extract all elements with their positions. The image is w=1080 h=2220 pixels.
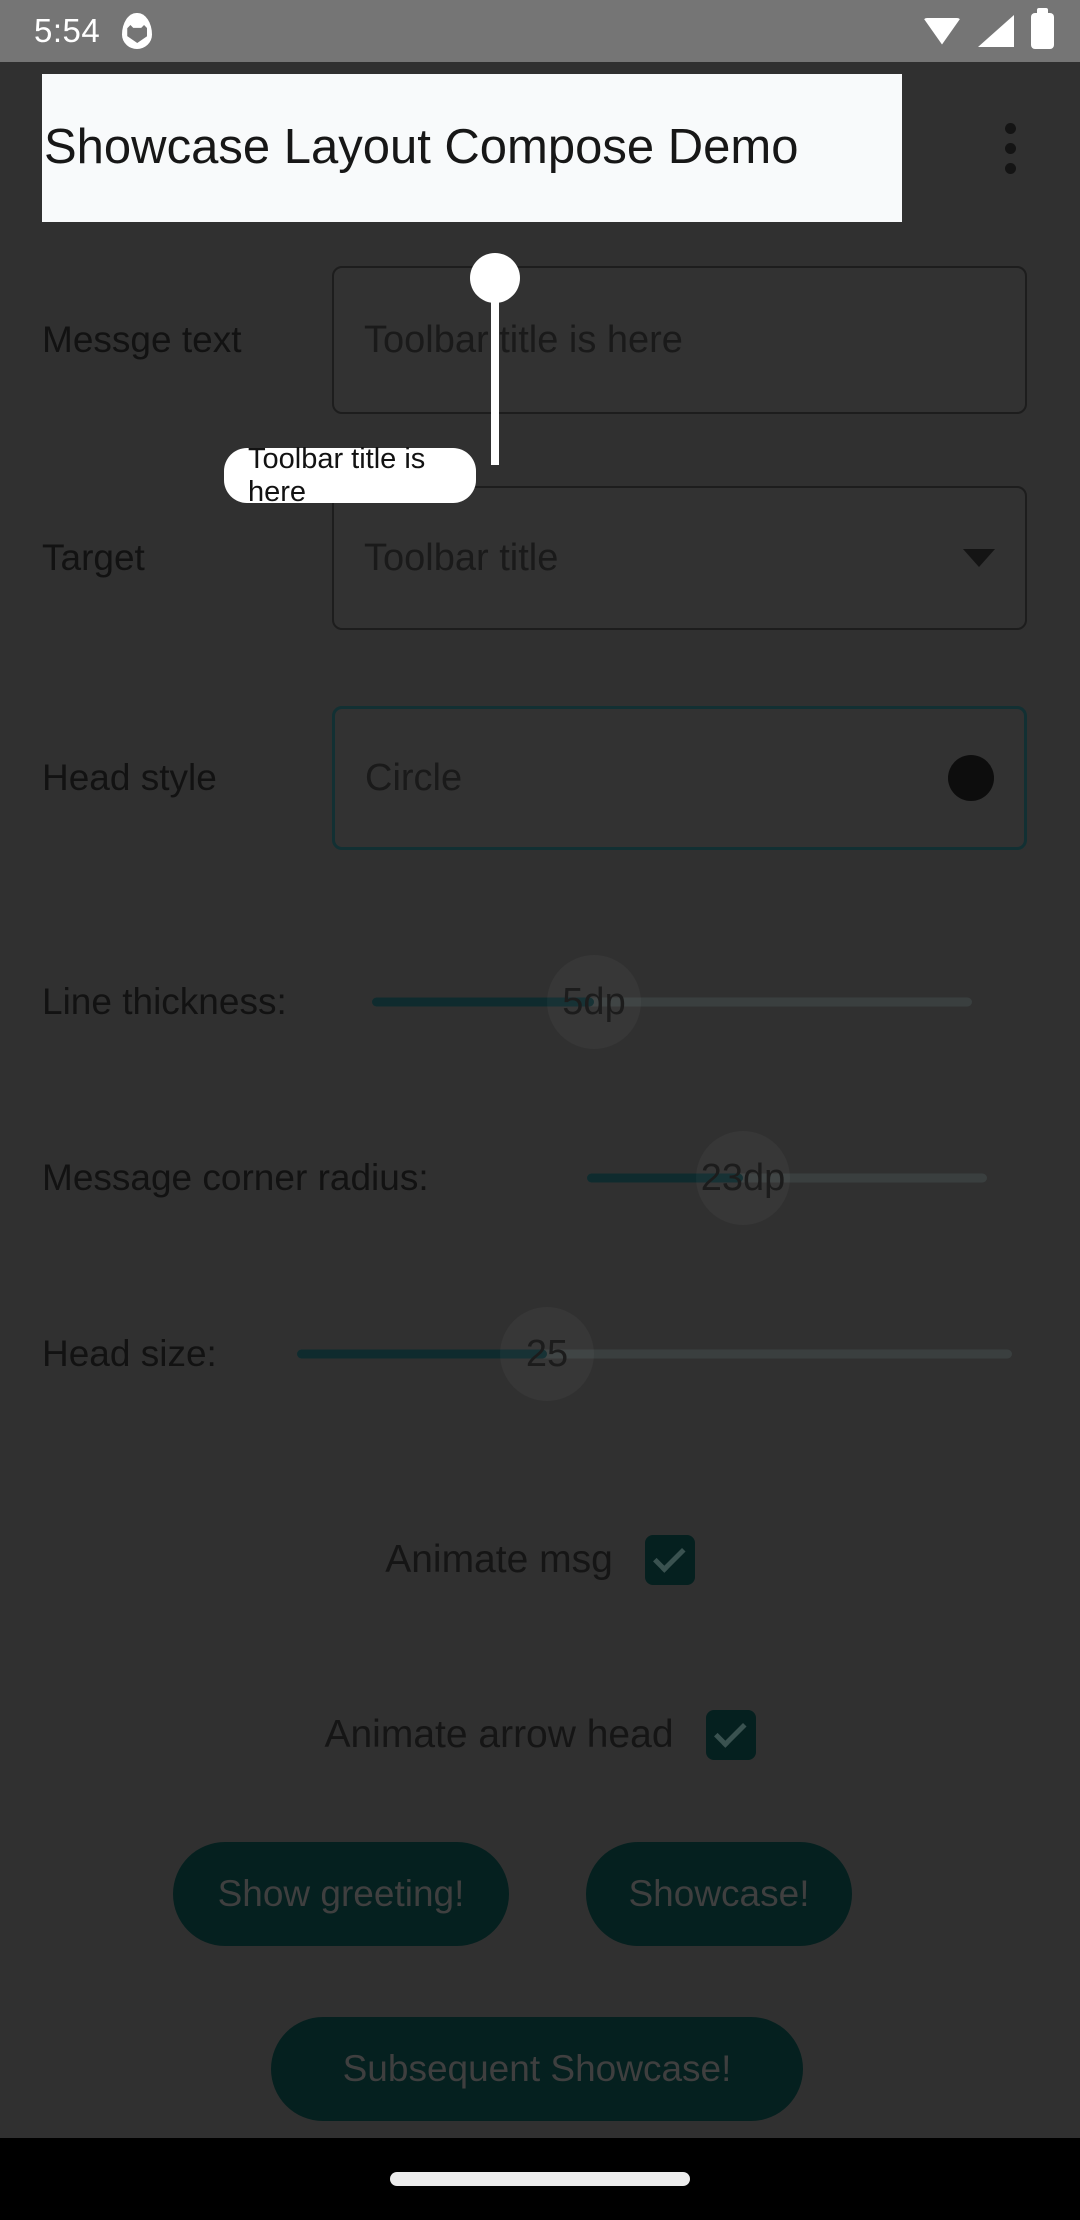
- overflow-dot-3: [1004, 162, 1016, 174]
- show-greeting-button[interactable]: Show greeting!: [173, 1842, 509, 1946]
- overflow-dot-2: [1004, 142, 1016, 154]
- overflow-dot-1: [1004, 122, 1016, 134]
- head-size-thumb[interactable]: 25: [500, 1307, 594, 1401]
- subsequent-showcase-button[interactable]: Subsequent Showcase!: [271, 2017, 803, 2121]
- cell-signal-icon: [978, 15, 1014, 47]
- line-thickness-row: Line thickness: 5dp: [0, 957, 1080, 1047]
- animate-arrow-head-row[interactable]: Animate arrow head: [0, 1690, 1080, 1780]
- app-bar-title-highlight[interactable]: Showcase Layout Compose Demo: [42, 74, 902, 222]
- line-thickness-slider[interactable]: 5dp: [372, 957, 972, 1047]
- system-nav-bar: [0, 2138, 1080, 2220]
- status-bar-clock: 5:54: [34, 12, 101, 49]
- chevron-down-icon: [963, 549, 995, 567]
- head-style-row: Head style Circle: [0, 706, 1080, 850]
- status-bar: 5:54: [0, 0, 1080, 62]
- showcase-message-bubble[interactable]: Toolbar title is here: [224, 443, 476, 508]
- animate-arrow-head-label: Animate arrow head: [324, 1713, 674, 1756]
- head-size-row: Head size: 25: [0, 1309, 1080, 1399]
- app-content: Showcase Layout Compose Demo Messge text…: [0, 62, 1080, 2138]
- showcase-head-circle: [470, 253, 520, 303]
- egg-icon: [122, 13, 153, 49]
- app-bar: Showcase Layout Compose Demo: [0, 62, 1080, 222]
- status-bar-icons: [923, 8, 1054, 49]
- check-icon: [652, 1540, 686, 1573]
- animate-msg-checkbox[interactable]: [644, 1535, 695, 1585]
- showcase-pointer-line: [491, 275, 499, 465]
- animate-msg-label: Animate msg: [385, 1538, 613, 1581]
- wifi-icon: [923, 17, 961, 45]
- battery-icon: [1031, 8, 1054, 49]
- message-corner-radius-row: Message corner radius: 23dp: [0, 1133, 1080, 1223]
- animate-arrow-head-checkbox[interactable]: [705, 1710, 756, 1760]
- line-thickness-thumb[interactable]: 5dp: [547, 955, 641, 1049]
- head-size-slider[interactable]: 25: [297, 1309, 1012, 1399]
- message-text-value: Toolbar title is here: [364, 318, 683, 361]
- filled-circle-icon: [948, 755, 994, 801]
- target-row: Target Toolbar title: [0, 486, 1080, 630]
- message-corner-radius-slider[interactable]: 23dp: [587, 1133, 987, 1223]
- message-text-input[interactable]: Toolbar title is here: [332, 266, 1027, 414]
- check-icon: [713, 1715, 747, 1748]
- head-style-dropdown[interactable]: Circle: [332, 706, 1027, 850]
- head-size-label: Head size:: [42, 1333, 217, 1374]
- showcase-button[interactable]: Showcase!: [586, 1842, 852, 1946]
- message-corner-radius-label: Message corner radius:: [42, 1157, 429, 1198]
- target-value: Toolbar title: [364, 536, 559, 579]
- head-style-label: Head style: [42, 757, 217, 798]
- page-title: Showcase Layout Compose Demo: [44, 120, 799, 175]
- message-corner-radius-thumb[interactable]: 23dp: [696, 1131, 790, 1225]
- line-thickness-label: Line thickness:: [42, 981, 287, 1022]
- phone-screen: 5:54 Showcase Layout Compose Demo Messge…: [0, 0, 1080, 2220]
- animate-msg-row[interactable]: Animate msg: [0, 1515, 1080, 1605]
- target-label: Target: [42, 537, 145, 578]
- overflow-menu-icon[interactable]: [968, 106, 1052, 190]
- head-style-value: Circle: [365, 756, 463, 799]
- message-text-label: Messge text: [42, 319, 242, 360]
- home-indicator[interactable]: [390, 2172, 690, 2186]
- message-text-row: Messge text Toolbar title is here: [0, 266, 1080, 414]
